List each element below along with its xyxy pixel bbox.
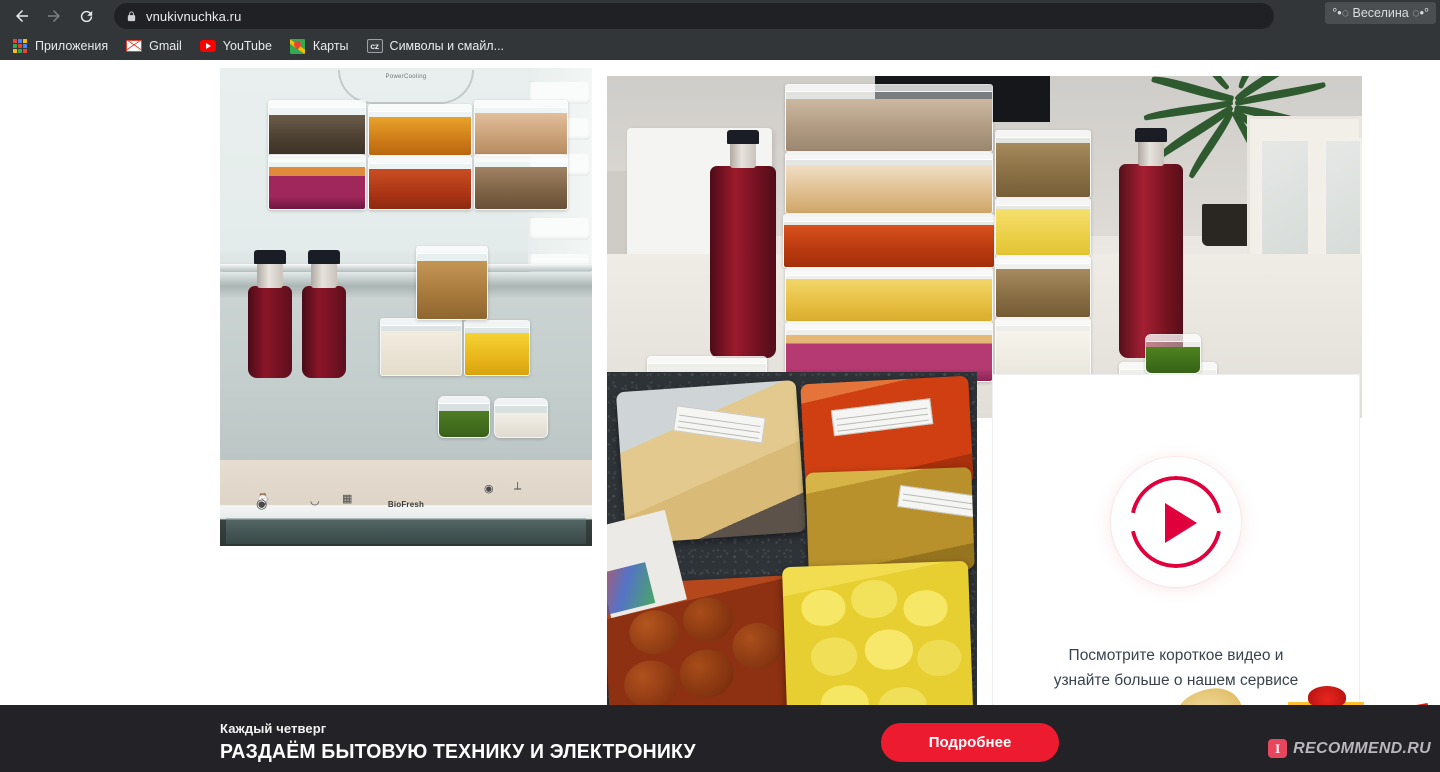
food-container: [785, 268, 993, 322]
food-container: [268, 154, 366, 210]
juice-bottle: [710, 130, 776, 358]
food-container: [995, 198, 1091, 256]
bookmark-gmail[interactable]: Gmail: [124, 35, 190, 57]
photo-stacked-food-containers: [607, 76, 1362, 418]
food-container: [368, 104, 472, 156]
food-container: [995, 256, 1091, 318]
cheese-icon: ▦: [342, 493, 353, 505]
juice-bottle: [248, 250, 292, 378]
video-promo-text: Посмотрите короткое видео и узнайте боль…: [993, 643, 1359, 693]
video-promo-line2: узнайте больше о нашем сервисе: [1053, 672, 1299, 689]
power-cooling-label: PowerCooling: [338, 70, 474, 104]
meat-icon: ◡: [310, 495, 320, 507]
herb-container: [1145, 334, 1201, 374]
food-container: [368, 156, 472, 210]
meal-tray: [805, 467, 975, 575]
browser-chrome: vnukivnuchka.ru °•◌ Веселина ◌•° Приложе…: [0, 0, 1440, 60]
google-maps-icon: [290, 38, 306, 54]
food-container: [494, 398, 548, 438]
profile-name: °•◌ Веселина ◌•°: [1332, 6, 1429, 20]
meal-label: [830, 398, 934, 437]
watermark-text: RECOMMEND.RU: [1293, 739, 1431, 757]
food-container: [474, 100, 568, 156]
gmail-icon: [126, 38, 143, 54]
photo-fridge-with-food-containers: PowerCooling BioFresh ⌚ ◉ ◡ ▦ ◉ ⟂: [220, 68, 592, 546]
bookmark-apps[interactable]: Приложения: [10, 35, 116, 57]
play-button-icon[interactable]: [1111, 457, 1241, 587]
meal-label: [897, 485, 975, 518]
bookmark-label: YouTube: [222, 39, 272, 53]
watermark-badge: I: [1268, 739, 1288, 758]
meal-label: [673, 405, 766, 444]
ad-eyebrow: Каждый четверг: [220, 721, 327, 736]
padlock-icon: [126, 10, 137, 23]
ad-cta-button[interactable]: Подробнее: [881, 723, 1059, 762]
carrot-icon: ⟂: [514, 480, 522, 492]
cz-extension-icon: cz: [366, 38, 383, 54]
browser-window: vnukivnuchka.ru °•◌ Веселина ◌•° Приложе…: [0, 0, 1440, 772]
bookmarks-bar: Приложения Gmail YouTube Карты cz Символ…: [0, 32, 1440, 60]
bookmark-label: Приложения: [35, 39, 109, 53]
food-container: [785, 152, 993, 214]
food-container: [995, 130, 1091, 198]
food-container: [785, 84, 993, 152]
juice-bottle: [302, 250, 346, 378]
ad-headline: РАЗДАЁМ БЫТОВУЮ ТЕХНИКУ И ЭЛЕКТРОНИКУ: [220, 741, 696, 763]
food-container: [783, 214, 995, 268]
back-button[interactable]: [8, 2, 36, 30]
apple-icon: ◉: [484, 483, 494, 495]
apps-grid-icon: [12, 38, 28, 54]
bookmark-youtube[interactable]: YouTube: [198, 35, 280, 57]
promo-ad-banner: Каждый четверг РАЗДАЁМ БЫТОВУЮ ТЕХНИКУ И…: [0, 705, 1440, 772]
bookmark-symbols[interactable]: cz Символы и смайл...: [365, 35, 512, 57]
profile-chip[interactable]: °•◌ Веселина ◌•°: [1325, 2, 1436, 24]
bookmark-label: Gmail: [149, 39, 182, 53]
youtube-icon: [199, 38, 216, 54]
food-container: [464, 320, 530, 376]
food-container: [474, 154, 568, 210]
forward-button[interactable]: [40, 2, 68, 30]
food-container: [268, 100, 366, 156]
food-container: [416, 246, 488, 320]
irecommend-watermark: I RECOMMEND.RU: [1268, 739, 1431, 758]
food-container: [995, 318, 1091, 380]
url-text: vnukivnuchka.ru: [146, 8, 242, 24]
biofresh-label: BioFresh: [387, 500, 425, 509]
bookmark-maps[interactable]: Карты: [288, 35, 357, 57]
page-content: PowerCooling BioFresh ⌚ ◉ ◡ ▦ ◉ ⟂ Посмот…: [0, 60, 1440, 772]
reload-button[interactable]: [72, 2, 100, 30]
address-bar[interactable]: vnukivnuchka.ru: [114, 3, 1274, 29]
herb-container: [438, 396, 490, 438]
bookmark-label: Символы и смайл...: [389, 39, 505, 53]
bookmark-label: Карты: [312, 39, 349, 53]
browser-toolbar: vnukivnuchka.ru °•◌ Веселина ◌•°: [0, 0, 1440, 32]
fish-icon: ◉: [256, 496, 268, 511]
video-promo-line1: Посмотрите короткое видео и: [1068, 647, 1284, 664]
food-container: [380, 318, 462, 376]
juice-bottle: [1119, 128, 1183, 358]
